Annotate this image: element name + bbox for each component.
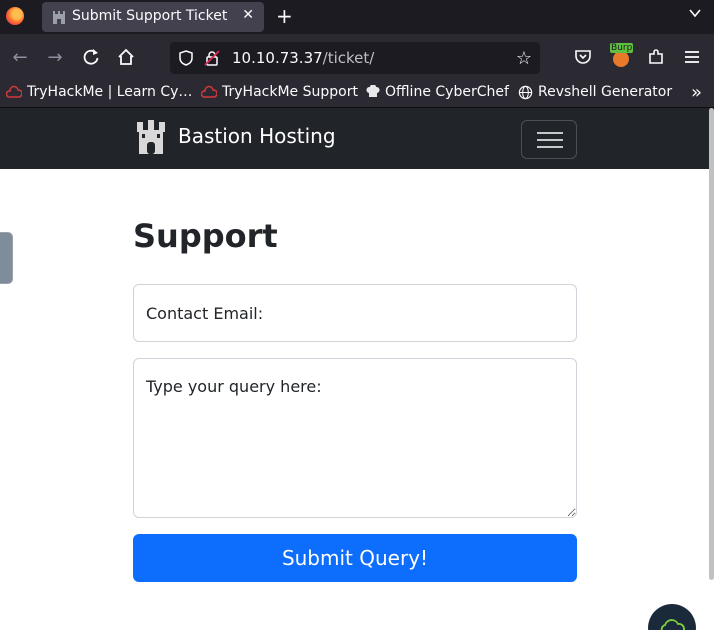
navbar-toggler-button[interactable]: [521, 120, 577, 159]
firefox-logo-icon[interactable]: [6, 7, 24, 25]
extensions-puzzle-icon[interactable]: [646, 47, 666, 67]
chef-icon: [366, 85, 380, 97]
cloud-icon: [660, 619, 685, 630]
bookmark-item[interactable]: TryHackMe Support: [201, 84, 358, 100]
contact-email-field[interactable]: [133, 284, 577, 342]
url-host: 10.10.73.37: [232, 49, 323, 67]
menu-icon[interactable]: [682, 47, 702, 67]
page-title: Support: [133, 217, 278, 255]
url-bar[interactable]: 10.10.73.37/ticket/ ☆: [170, 42, 540, 74]
tryhackme-icon: [201, 85, 217, 98]
tab-close-icon[interactable]: ✕: [242, 7, 254, 23]
brand-name[interactable]: Bastion Hosting: [178, 124, 336, 148]
home-icon[interactable]: [116, 47, 136, 67]
browser-toolbar: ← → 10.10.73.37/ticket/ ☆ Burp: [0, 34, 714, 80]
pocket-icon[interactable]: [573, 47, 593, 67]
bookmark-label: TryHackMe | Learn Cy…: [27, 84, 193, 100]
bookmark-item[interactable]: Revshell Generator: [518, 84, 672, 100]
bookmark-star-icon[interactable]: ☆: [516, 48, 532, 69]
browser-tab-active[interactable]: Submit Support Ticket ✕: [42, 2, 264, 32]
reload-icon[interactable]: [81, 47, 101, 67]
bookmark-item[interactable]: TryHackMe | Learn Cy…: [6, 84, 192, 100]
globe-icon: [518, 85, 533, 99]
side-panel-handle[interactable]: [0, 232, 13, 284]
burp-badge-label: Burp: [610, 43, 634, 53]
bookmark-item[interactable]: Offline CyberChef: [366, 84, 509, 100]
chevron-down-icon[interactable]: [688, 6, 702, 20]
bookmark-label: Offline CyberChef: [385, 84, 509, 100]
shield-icon[interactable]: [178, 50, 194, 66]
submit-query-button[interactable]: Submit Query!: [133, 534, 577, 582]
page-scrollbar[interactable]: [709, 108, 714, 580]
burp-extension-icon[interactable]: Burp: [610, 43, 634, 67]
hamburger-line: [537, 132, 563, 134]
castle-logo-icon[interactable]: [136, 120, 166, 154]
browser-tab-bar: Submit Support Ticket ✕ +: [0, 0, 714, 34]
hamburger-line: [537, 139, 563, 141]
url-path: /ticket/: [322, 49, 375, 67]
hamburger-line: [537, 146, 563, 148]
bookmark-label: Revshell Generator: [538, 84, 673, 100]
bookmarks-bar: TryHackMe | Learn Cy… TryHackMe Support …: [0, 80, 714, 108]
tab-title: Submit Support Ticket: [72, 8, 228, 24]
url-text: 10.10.73.37/ticket/: [232, 49, 374, 67]
query-textarea[interactable]: [133, 358, 577, 518]
castle-favicon-icon: [53, 11, 65, 24]
more-bookmarks-icon[interactable]: »: [691, 82, 702, 103]
bookmark-label: TryHackMe Support: [222, 84, 358, 100]
burp-badge-circle: [613, 51, 629, 67]
site-navbar: Bastion Hosting: [0, 108, 714, 169]
tryhackme-icon: [6, 85, 22, 98]
insecure-lock-icon[interactable]: [204, 50, 220, 66]
new-tab-button[interactable]: +: [276, 4, 293, 28]
chat-widget-button[interactable]: [648, 604, 696, 630]
forward-icon[interactable]: →: [45, 47, 65, 68]
back-icon[interactable]: ←: [10, 47, 30, 68]
